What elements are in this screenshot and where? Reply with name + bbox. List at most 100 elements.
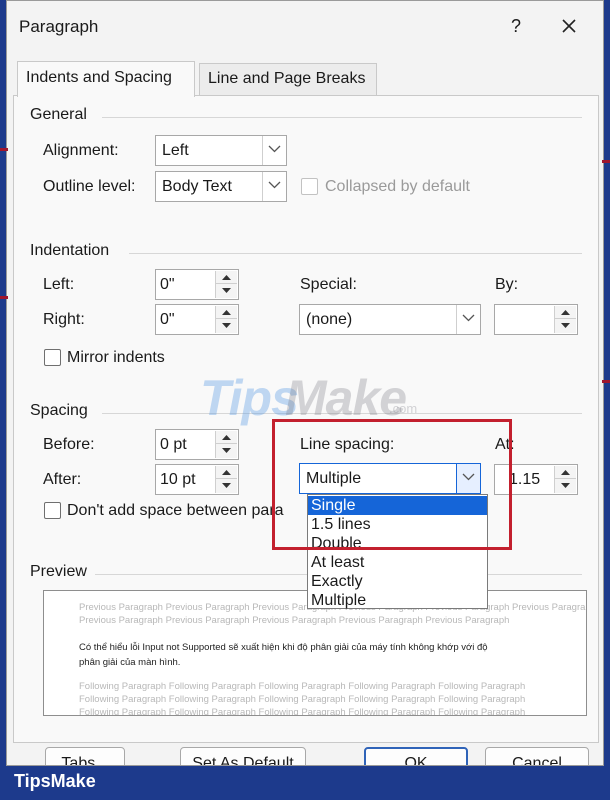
by-label: By: bbox=[495, 276, 519, 293]
preview-following-line: Following Paragraph Following Paragraph … bbox=[79, 681, 526, 692]
caret-up-icon bbox=[222, 275, 231, 280]
brand-logo-text: TipsMake bbox=[14, 771, 96, 791]
close-button[interactable] bbox=[557, 13, 581, 39]
caret-down-icon bbox=[561, 323, 570, 328]
ok-button[interactable]: OK bbox=[364, 747, 468, 765]
caret-up-icon bbox=[222, 435, 231, 440]
spacing-after-value: 10 pt bbox=[160, 471, 196, 488]
line-spacing-dropdown-button[interactable] bbox=[456, 464, 480, 493]
indentation-section-label: Indentation bbox=[30, 242, 110, 259]
outline-level-select[interactable]: Body Text bbox=[155, 171, 287, 202]
indentation-divider bbox=[129, 253, 582, 254]
preview-following-line: Following Paragraph Following Paragraph … bbox=[79, 707, 526, 716]
line-spacing-option-multiple[interactable]: Multiple bbox=[308, 591, 487, 610]
line-spacing-select[interactable]: Multiple bbox=[299, 463, 481, 494]
indent-right-label: Right: bbox=[43, 311, 85, 328]
general-section-label: General bbox=[30, 106, 87, 123]
at-label: At: bbox=[495, 436, 515, 453]
help-button[interactable]: ? bbox=[504, 13, 528, 39]
caret-down-icon bbox=[222, 483, 231, 488]
page-edge-mark bbox=[602, 160, 610, 163]
page-edge-mark bbox=[0, 148, 8, 151]
line-spacing-value: Multiple bbox=[306, 470, 362, 487]
tab-line-and-page-breaks[interactable]: Line and Page Breaks bbox=[199, 63, 377, 97]
spacing-after-label: After: bbox=[43, 471, 82, 488]
caret-up-icon bbox=[561, 470, 570, 475]
chevron-down-icon bbox=[268, 181, 281, 189]
chevron-down-icon bbox=[462, 473, 475, 481]
page-edge-mark bbox=[0, 296, 8, 299]
tabs-button[interactable]: Tabs... bbox=[45, 747, 125, 765]
general-divider bbox=[102, 117, 582, 118]
spin-down-button[interactable] bbox=[216, 479, 237, 492]
at-value: 1.15 bbox=[509, 471, 541, 488]
special-value: (none) bbox=[306, 311, 353, 328]
line-spacing-option-at-least[interactable]: At least bbox=[308, 553, 487, 572]
caret-down-icon bbox=[222, 288, 231, 293]
spin-up-button[interactable] bbox=[216, 431, 237, 444]
preview-sample-line: phân giải của màn hình. bbox=[79, 657, 181, 668]
indent-right-spinner[interactable]: 0" bbox=[155, 304, 239, 335]
spin-up-button[interactable] bbox=[216, 466, 237, 479]
alignment-value: Left bbox=[162, 142, 189, 159]
special-select[interactable]: (none) bbox=[299, 304, 481, 335]
caret-down-icon bbox=[561, 483, 570, 488]
spin-up-button[interactable] bbox=[216, 306, 237, 319]
alignment-dropdown-button[interactable] bbox=[262, 136, 286, 165]
spin-down-button[interactable] bbox=[216, 444, 237, 457]
set-as-default-button[interactable]: Set As Default bbox=[180, 747, 306, 765]
preview-following-line: Following Paragraph Following Paragraph … bbox=[79, 694, 526, 705]
preview-section-label: Preview bbox=[30, 563, 87, 580]
dont-add-space-checkbox[interactable] bbox=[44, 502, 61, 519]
caret-up-icon bbox=[561, 310, 570, 315]
line-spacing-option-1-5-lines[interactable]: 1.5 lines bbox=[308, 515, 487, 534]
spacing-before-spinner[interactable]: 0 pt bbox=[155, 429, 239, 460]
line-spacing-option-double[interactable]: Double bbox=[308, 534, 487, 553]
special-label: Special: bbox=[300, 276, 357, 293]
chevron-down-icon bbox=[462, 314, 475, 322]
collapsed-by-default-label: Collapsed by default bbox=[325, 178, 470, 195]
spacing-before-value: 0 pt bbox=[160, 436, 187, 453]
watermark-make: Make bbox=[285, 370, 407, 426]
line-spacing-label: Line spacing: bbox=[300, 436, 395, 453]
spacing-after-spinner[interactable]: 10 pt bbox=[155, 464, 239, 495]
at-spinner[interactable]: 1.15 bbox=[494, 464, 578, 495]
spacing-before-label: Before: bbox=[43, 436, 95, 453]
page-edge-mark bbox=[602, 380, 610, 383]
caret-up-icon bbox=[222, 470, 231, 475]
paragraph-dialog: Paragraph ? Indents and Spacing Line and… bbox=[6, 0, 604, 766]
tab-indents-and-spacing[interactable]: Indents and Spacing bbox=[17, 61, 195, 97]
by-spinner[interactable] bbox=[494, 304, 578, 335]
indent-left-label: Left: bbox=[43, 276, 75, 293]
spin-down-button[interactable] bbox=[555, 319, 576, 332]
collapsed-by-default-checkbox[interactable] bbox=[301, 178, 318, 195]
outline-level-dropdown-button[interactable] bbox=[262, 172, 286, 201]
outline-level-value: Body Text bbox=[162, 178, 232, 195]
cancel-button[interactable]: Cancel bbox=[485, 747, 589, 765]
spin-down-button[interactable] bbox=[216, 319, 237, 332]
spin-up-button[interactable] bbox=[555, 466, 576, 479]
line-spacing-option-exactly[interactable]: Exactly bbox=[308, 572, 487, 591]
indent-right-value: 0" bbox=[160, 311, 175, 328]
spin-down-button[interactable] bbox=[555, 479, 576, 492]
special-dropdown-button[interactable] bbox=[456, 305, 480, 334]
line-spacing-option-single[interactable]: Single bbox=[308, 496, 487, 515]
mirror-indents-label: Mirror indents bbox=[67, 349, 165, 366]
alignment-select[interactable]: Left bbox=[155, 135, 287, 166]
outline-level-label: Outline level: bbox=[43, 178, 136, 195]
indent-left-value: 0" bbox=[160, 276, 175, 293]
spin-down-button[interactable] bbox=[216, 284, 237, 297]
mirror-indents-checkbox[interactable] bbox=[44, 349, 61, 366]
dialog-title: Paragraph bbox=[19, 17, 99, 36]
watermark-suffix: .com bbox=[389, 401, 418, 416]
spin-up-button[interactable] bbox=[555, 306, 576, 319]
alignment-label: Alignment: bbox=[43, 142, 119, 159]
chevron-down-icon bbox=[268, 145, 281, 153]
caret-up-icon bbox=[222, 310, 231, 315]
indent-left-spinner[interactable]: 0" bbox=[155, 269, 239, 300]
spacing-section-label: Spacing bbox=[30, 402, 88, 419]
line-spacing-dropdown-list: Single 1.5 lines Double At least Exactly… bbox=[307, 494, 488, 609]
caret-down-icon bbox=[222, 448, 231, 453]
spin-up-button[interactable] bbox=[216, 271, 237, 284]
preview-previous-line: Previous Paragraph Previous Paragraph Pr… bbox=[79, 615, 510, 626]
